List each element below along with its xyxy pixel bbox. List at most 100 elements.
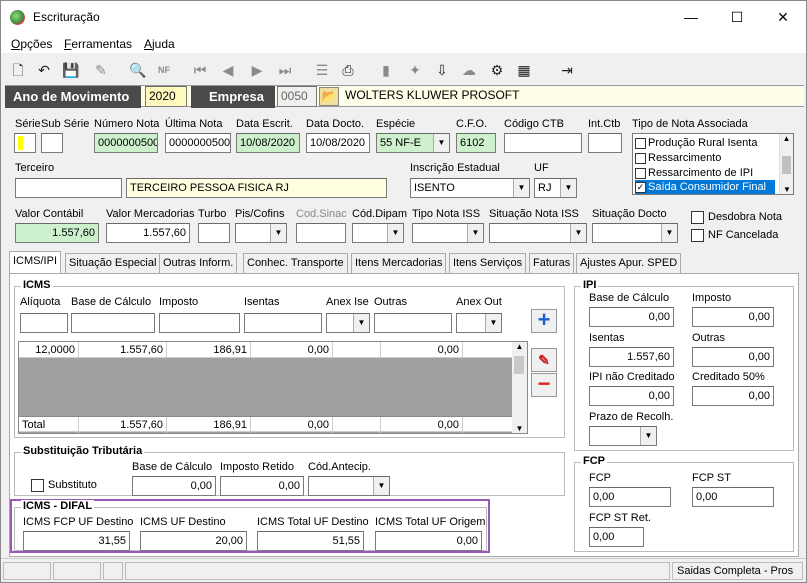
fcp-st-field[interactable]: 0,00 xyxy=(692,487,774,507)
ultima-nota-field[interactable]: 0000000500 xyxy=(165,133,231,153)
substituto-checkbox[interactable] xyxy=(31,479,44,492)
base-calculo-input[interactable] xyxy=(71,313,155,333)
ipi-cred50-field[interactable]: 0,00 xyxy=(692,386,774,406)
terceiro-code-field[interactable] xyxy=(15,178,122,198)
tools-icon[interactable]: ✦ xyxy=(405,60,425,80)
chevron-down-icon[interactable]: ▼ xyxy=(485,314,501,332)
undo-icon[interactable]: ↶ xyxy=(34,60,54,80)
sit-iss-select[interactable]: ▼ xyxy=(489,223,587,243)
menu-ferramentas[interactable]: Ferramentas xyxy=(64,37,132,51)
isentas-input[interactable] xyxy=(244,313,322,333)
st-imposto-field[interactable]: 0,00 xyxy=(220,476,304,496)
checkbox[interactable] xyxy=(635,137,646,149)
save-icon[interactable]: 💾 xyxy=(61,60,81,80)
chevron-down-icon[interactable]: ▼ xyxy=(640,427,656,445)
print-icon[interactable]: ⎙ xyxy=(338,60,358,80)
valor-contabil-field[interactable]: 1.557,60 xyxy=(15,223,99,243)
preview-icon[interactable]: 🔍 xyxy=(128,60,148,80)
imposto-input[interactable] xyxy=(159,313,240,333)
turbo-field[interactable] xyxy=(198,223,230,243)
chevron-down-icon[interactable]: ▼ xyxy=(433,134,449,152)
chevron-down-icon[interactable]: ▼ xyxy=(353,314,369,332)
cloud-icon[interactable]: ☁ xyxy=(459,60,479,80)
especie-select[interactable]: 55 NF-E ▼ xyxy=(376,133,450,153)
tab-faturas[interactable]: Faturas xyxy=(529,253,575,273)
valor-merc-field[interactable]: 1.557,60 xyxy=(106,223,190,243)
last-record-icon[interactable]: ⏭ xyxy=(275,60,295,80)
pis-cofins-select[interactable]: ▼ xyxy=(235,223,287,243)
tab-ajustes-apur-sped[interactable]: Ajustes Apur. SPED xyxy=(576,253,682,273)
fcp-field[interactable]: 0,00 xyxy=(589,487,671,507)
scroll-thumb[interactable] xyxy=(782,156,791,174)
ipi-imposto-field[interactable]: 0,00 xyxy=(692,307,774,327)
nfe-icon[interactable]: NF xyxy=(154,60,174,80)
new-document-icon[interactable]: 🗋 xyxy=(8,60,28,80)
chevron-down-icon[interactable]: ▼ xyxy=(270,224,286,242)
list-item[interactable]: Ressarcimento xyxy=(635,151,721,165)
ipi-isentas-field[interactable]: 1.557,60 xyxy=(589,347,674,367)
fcp-st-ret-field[interactable]: 0,00 xyxy=(589,527,644,547)
tab-itens-servicos[interactable]: Itens Serviços xyxy=(449,253,527,273)
outras-input[interactable] xyxy=(374,313,452,333)
checkbox[interactable]: ✓ xyxy=(635,181,646,193)
difal-fcp-destino-field[interactable]: 31,55 xyxy=(23,531,130,551)
ipi-prazo-select[interactable]: ▼ xyxy=(589,426,657,446)
export-icon[interactable]: ⇩ xyxy=(432,60,452,80)
list-icon[interactable]: ☰ xyxy=(312,60,332,80)
edit-icon[interactable]: ✎ xyxy=(531,348,557,372)
exit-icon[interactable]: ⇥ xyxy=(557,60,577,80)
folder-open-icon[interactable]: 📂 xyxy=(319,87,339,106)
icms-grid[interactable]: 12,0000 1.557,60 186,91 0,00 0,00 Total … xyxy=(18,341,528,434)
chevron-down-icon[interactable]: ▼ xyxy=(560,179,576,197)
list-item[interactable]: Produção Rural Isenta xyxy=(635,136,757,150)
data-escrit-field[interactable]: 10/08/2020 xyxy=(236,133,300,153)
list-item[interactable]: Ressarcimento de IPI xyxy=(635,166,753,180)
menu-opcoes[interactable]: Opções xyxy=(11,37,52,51)
tab-outras-inform[interactable]: Outras Inform. xyxy=(159,253,238,273)
tab-itens-mercadorias[interactable]: Itens Mercadorias xyxy=(351,253,447,273)
scrollbar[interactable]: ▲ ▼ xyxy=(512,342,527,433)
tipo-nota-listbox[interactable]: Produção Rural Isenta Ressarcimento Ress… xyxy=(632,133,794,195)
first-record-icon[interactable]: ⏮ xyxy=(190,60,210,80)
difal-uf-destino-field[interactable]: 20,00 xyxy=(140,531,247,551)
chevron-down-icon[interactable]: ▼ xyxy=(512,424,527,433)
ano-field[interactable]: 2020 xyxy=(145,86,187,107)
inscricao-select[interactable]: ISENTO ▼ xyxy=(410,178,530,198)
next-record-icon[interactable]: ▶ xyxy=(247,60,267,80)
add-icon[interactable]: + xyxy=(531,309,557,333)
delete-icon[interactable]: ✎ xyxy=(91,60,111,80)
subserie-field[interactable] xyxy=(41,133,63,153)
chevron-down-icon[interactable]: ▼ xyxy=(780,185,794,194)
scrollbar[interactable]: ▲ ▼ xyxy=(779,134,793,194)
chevron-down-icon[interactable]: ▼ xyxy=(387,224,403,242)
ipi-outras-field[interactable]: 0,00 xyxy=(692,347,774,367)
st-base-field[interactable]: 0,00 xyxy=(132,476,216,496)
sit-docto-select[interactable]: ▼ xyxy=(592,223,678,243)
calculator-icon[interactable]: ▦ xyxy=(514,60,534,80)
ipi-nao-cred-field[interactable]: 0,00 xyxy=(589,386,674,406)
desdobra-checkbox[interactable] xyxy=(691,211,704,224)
empresa-code-field[interactable]: 0050 xyxy=(277,86,317,107)
chevron-up-icon[interactable]: ▲ xyxy=(512,342,527,351)
scroll-thumb[interactable] xyxy=(514,356,524,374)
menu-ajuda[interactable]: Ajuda xyxy=(144,37,175,51)
chevron-down-icon[interactable]: ▼ xyxy=(661,224,677,242)
list-item-selected[interactable]: ✓ Saída Consumidor Final xyxy=(635,180,775,194)
maximize-button[interactable]: ☐ xyxy=(714,1,760,33)
cancelada-checkbox[interactable] xyxy=(691,229,704,242)
tab-conhec-transporte[interactable]: Conhec. Transporte xyxy=(243,253,348,273)
tipo-iss-select[interactable]: ▼ xyxy=(412,223,484,243)
cod-sinac-field[interactable] xyxy=(296,223,346,243)
difal-total-origem-field[interactable]: 0,00 xyxy=(375,531,482,551)
checkbox[interactable] xyxy=(635,167,646,179)
uf-select[interactable]: RJ ▼ xyxy=(534,178,577,198)
tab-icms-ipi[interactable]: ICMS/IPI xyxy=(9,251,62,273)
checkbox[interactable] xyxy=(635,152,646,164)
data-docto-field[interactable]: 10/08/2020 xyxy=(306,133,370,153)
chevron-down-icon[interactable]: ▼ xyxy=(373,477,389,495)
anex-out-select[interactable]: ▼ xyxy=(456,313,502,333)
int-ctb-field[interactable] xyxy=(588,133,622,153)
aliquota-input[interactable] xyxy=(20,313,68,333)
chevron-down-icon[interactable]: ▼ xyxy=(513,179,529,197)
file-icon[interactable]: ▮ xyxy=(376,60,396,80)
